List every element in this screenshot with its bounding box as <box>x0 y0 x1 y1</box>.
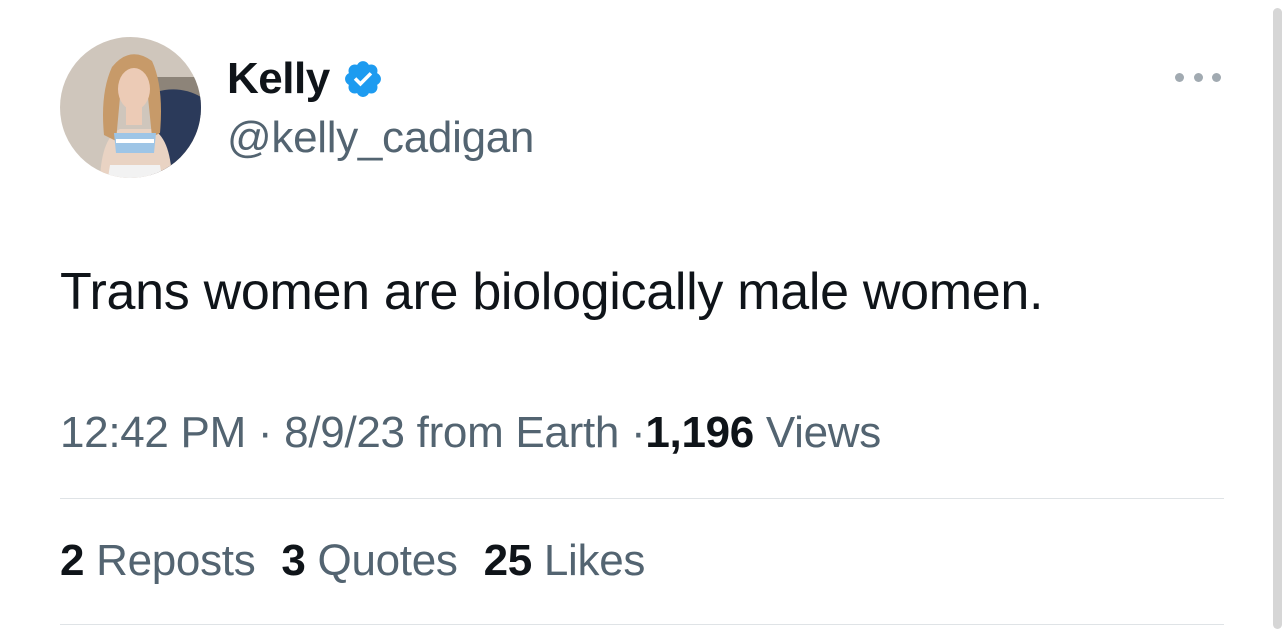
divider <box>60 498 1224 499</box>
engagement-stats: 2 Reposts 3 Quotes 25 Likes <box>60 536 671 586</box>
author-name-row[interactable]: Kelly <box>227 52 384 106</box>
tweet-text: Trans women are biologically male women. <box>60 263 1044 321</box>
avatar-photo <box>60 37 201 178</box>
quotes-stat[interactable]: 3 Quotes <box>281 536 457 586</box>
views-label: Views <box>765 408 881 457</box>
reposts-label: Reposts <box>96 536 256 585</box>
views-count: 1,196 <box>645 408 754 457</box>
display-name[interactable]: Kelly <box>227 54 330 104</box>
tweet-time[interactable]: 12:42 PM <box>60 408 246 457</box>
divider <box>60 624 1224 625</box>
meta-separator: · <box>631 408 646 457</box>
tweet-source: from Earth <box>416 408 620 457</box>
likes-stat[interactable]: 25 Likes <box>484 536 646 586</box>
likes-count: 25 <box>483 536 533 585</box>
more-dot-icon <box>1212 72 1221 82</box>
meta-separator: · <box>257 408 273 457</box>
likes-label: Likes <box>543 536 646 585</box>
quotes-label: Quotes <box>317 536 458 585</box>
more-options-button[interactable] <box>1175 66 1221 88</box>
scrollbar[interactable] <box>1273 8 1282 629</box>
reposts-count: 2 <box>60 536 85 585</box>
author-handle[interactable]: @kelly_cadigan <box>227 113 534 163</box>
verified-badge-icon <box>342 58 384 100</box>
tweet-meta: 12:42 PM · 8/9/23 from Earth ·1,196 View… <box>60 408 881 458</box>
reposts-stat[interactable]: 2 Reposts <box>60 536 256 586</box>
quotes-count: 3 <box>281 536 306 585</box>
avatar[interactable] <box>60 37 201 178</box>
tweet-detail: Kelly @kelly_cadigan Trans women are bio… <box>0 0 1284 629</box>
tweet-date[interactable]: 8/9/23 <box>284 408 405 457</box>
more-dot-icon <box>1175 72 1184 82</box>
more-dot-icon <box>1193 72 1203 82</box>
